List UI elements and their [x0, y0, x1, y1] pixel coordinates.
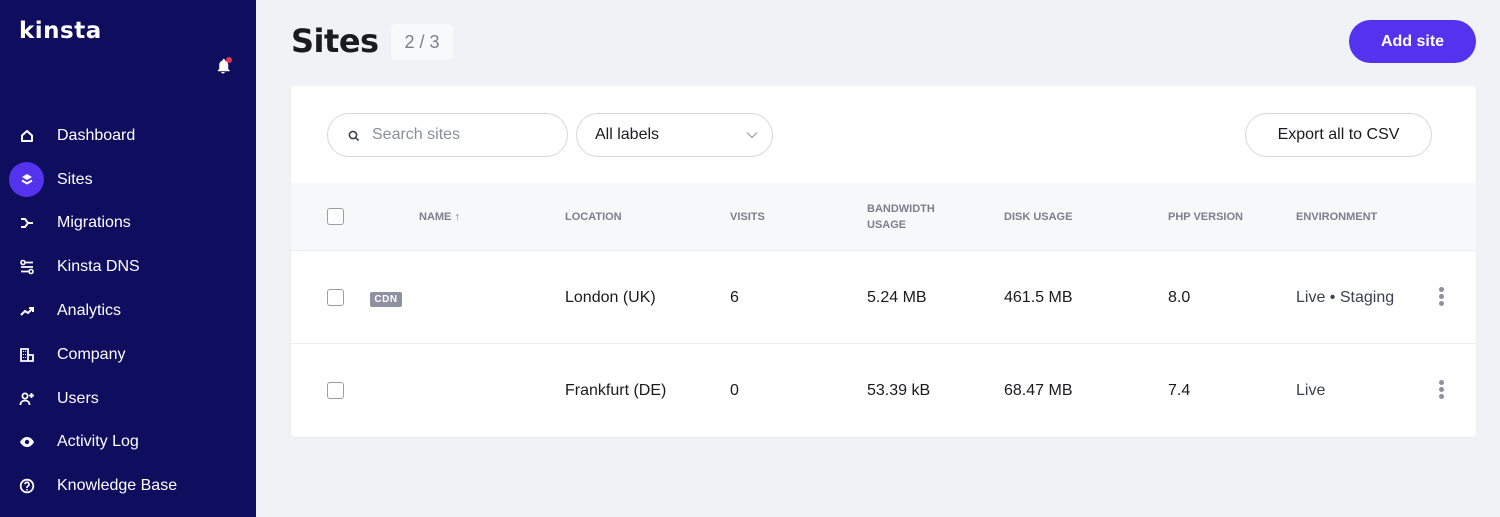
add-site-button[interactable]: Add site: [1349, 20, 1476, 63]
sidebar-item-label: Dashboard: [57, 126, 136, 144]
more-options-icon[interactable]: [1436, 380, 1446, 400]
sidebar-item-label: Knowledge Base: [57, 477, 178, 495]
sidebar-item-migrations[interactable]: Migrations: [0, 202, 256, 246]
notification-badge: [226, 57, 232, 63]
sidebar-item-users[interactable]: Users: [0, 377, 256, 421]
search-field[interactable]: [327, 113, 568, 157]
cell-visits: 6: [730, 289, 739, 306]
sidebar-nav: Dashboard Sites Migrations Kinsta DNS An…: [0, 114, 256, 508]
sidebar-item-dashboard[interactable]: Dashboard: [0, 114, 256, 158]
sidebar-item-label: Activity Log: [57, 433, 139, 451]
sidebar-item-label: Kinsta DNS: [57, 258, 140, 276]
sidebar-item-label: Users: [57, 389, 99, 407]
row-checkbox[interactable]: [327, 289, 344, 306]
sidebar-item-analytics[interactable]: Analytics: [0, 289, 256, 333]
cdn-badge: CDN: [370, 292, 402, 307]
cell-php-version: 7.4: [1168, 382, 1191, 399]
page-title: Sites: [291, 22, 379, 60]
sidebar-item-knowledge-base[interactable]: Knowledge Base: [0, 464, 256, 508]
kinsta-logo[interactable]: kinsta: [19, 18, 102, 44]
migrations-icon: [9, 206, 44, 241]
sidebar-item-label: Migrations: [57, 214, 131, 232]
row-checkbox[interactable]: [327, 382, 344, 399]
cell-environment: Live: [1296, 382, 1326, 399]
sites-card: All labels Export all to CSV NAME ↑ LOCA…: [291, 86, 1476, 437]
column-name-label: NAME: [419, 211, 452, 223]
sidebar-item-kinsta-dns[interactable]: Kinsta DNS: [0, 245, 256, 289]
trend-up-icon: [9, 294, 44, 329]
sidebar: kinsta Dashboard Sites Migrations Kinsta…: [0, 0, 256, 517]
sidebar-item-company[interactable]: Company: [0, 333, 256, 377]
cell-disk-usage: 461.5 MB: [1004, 289, 1073, 306]
user-plus-icon: [9, 381, 44, 416]
cell-location: Frankfurt (DE): [565, 382, 667, 399]
column-header-environment: ENVIRONMENT: [1296, 211, 1378, 223]
layers-icon: [9, 162, 44, 198]
cell-location: London (UK): [565, 289, 656, 306]
sort-ascending-icon: ↑: [454, 211, 460, 223]
sidebar-item-sites[interactable]: Sites: [0, 158, 256, 202]
cell-bandwidth: 5.24 MB: [867, 289, 927, 306]
dns-icon: [9, 250, 44, 285]
chevron-down-icon: [746, 132, 758, 139]
eye-icon: [9, 425, 44, 460]
home-icon: [9, 118, 44, 153]
select-all-checkbox[interactable]: [327, 208, 344, 225]
sidebar-item-label: Company: [57, 345, 126, 363]
column-header-location: LOCATION: [565, 211, 622, 223]
cell-bandwidth: 53.39 kB: [867, 382, 931, 399]
sidebar-item-activity-log[interactable]: Activity Log: [0, 421, 256, 465]
cell-environment: Live • Staging: [1296, 289, 1395, 306]
cell-php-version: 8.0: [1168, 289, 1191, 306]
search-icon: [348, 130, 360, 142]
column-header-php-version: PHP VERSION: [1168, 211, 1243, 223]
sidebar-item-label: Analytics: [57, 302, 122, 320]
bandwidth-label-line1: BANDWIDTH: [867, 203, 935, 215]
cell-disk-usage: 68.47 MB: [1004, 382, 1073, 399]
more-options-icon[interactable]: [1436, 287, 1446, 307]
labels-select[interactable]: All labels: [576, 113, 773, 157]
cell-visits: 0: [730, 382, 739, 399]
table-row[interactable]: CDN London (UK) 6 5.24 MB 461.5 MB 8.0 L…: [291, 251, 1476, 344]
column-header-bandwidth: BANDWIDTH USAGE: [867, 201, 935, 233]
site-count-badge: 2 / 3: [391, 24, 453, 60]
column-header-visits: VISITS: [730, 211, 765, 223]
labels-select-value: All labels: [595, 126, 660, 143]
sidebar-item-label: Sites: [57, 170, 93, 188]
building-icon: [9, 337, 44, 372]
column-header-name[interactable]: NAME ↑: [419, 209, 460, 225]
bandwidth-label-line2: USAGE: [867, 219, 907, 231]
search-input[interactable]: [372, 124, 552, 146]
table-row[interactable]: Frankfurt (DE) 0 53.39 kB 68.47 MB 7.4 L…: [291, 344, 1476, 437]
export-csv-button[interactable]: Export all to CSV: [1245, 113, 1432, 157]
help-circle-icon: [9, 469, 44, 504]
table-header: NAME ↑ LOCATION VISITS BANDWIDTH USAGE DI…: [291, 183, 1476, 251]
column-header-disk-usage: DISK USAGE: [1004, 211, 1073, 223]
